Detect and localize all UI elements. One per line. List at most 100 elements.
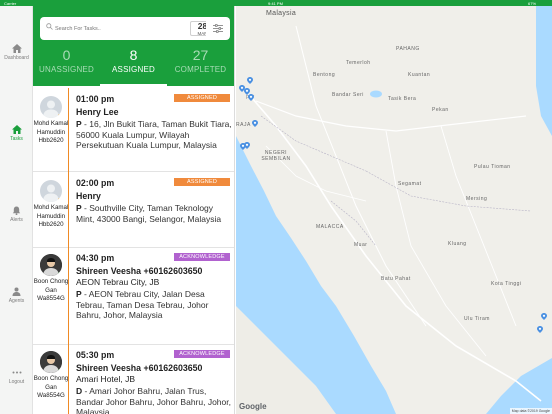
sidebar-item-label: Dashboard (4, 55, 29, 61)
map-label-temerloh: Temerloh (346, 60, 371, 66)
map-label-muar: Muar (354, 242, 368, 248)
sidebar: Dashboard Tasks Alerts Agents Logout (0, 6, 33, 414)
tab-completed[interactable]: 27 COMPLETED (167, 48, 234, 84)
map-canvas (236, 6, 552, 414)
clock-label: 9:41 PM (268, 0, 283, 6)
task-card[interactable]: Mohd Kamal Hamuddin Hbb2620 02:00 pm ASS… (33, 172, 234, 248)
tab-assigned[interactable]: 8 ASSIGNED (100, 47, 167, 86)
filter-button[interactable] (206, 17, 230, 40)
search-input[interactable] (55, 21, 175, 36)
map-label-pahang: PAHANG (396, 46, 420, 52)
map-attribution[interactable]: Map data ©2019 Google (509, 408, 552, 414)
carrier-label: Carrier (4, 0, 17, 6)
sidebar-item-label: Agents (8, 298, 25, 304)
status-badge: ACKNOWLEDGE (174, 350, 230, 358)
map-pin-icon[interactable] (248, 94, 254, 101)
sidebar-item-tasks[interactable]: Tasks (0, 125, 33, 142)
customer-name: Henry Lee (76, 107, 119, 117)
tasks-panel: 28 MAR 0 UNASSIGNED 8 ASSIGNED 27 COMPLE… (33, 6, 235, 414)
customer-name: Shireen Veesha +60162603650 (76, 363, 203, 373)
map-label-tioman: Pulau Tioman (474, 164, 511, 170)
map-label-bentong: Bentong (313, 72, 336, 78)
status-badge: ASSIGNED (174, 178, 230, 186)
status-badge: ASSIGNED (174, 94, 230, 102)
tab-unassigned[interactable]: 0 UNASSIGNED (33, 48, 100, 84)
battery-label: 67% (528, 0, 537, 6)
map-label-kluang: Kluang (448, 241, 467, 247)
map-label-kuantan: Kuantan (408, 72, 431, 78)
map-label-mersing: Mersing (466, 196, 488, 202)
more-dots-icon (12, 371, 21, 374)
agent-name: Mohd Kamal Hamuddin Hbb2620 (33, 204, 69, 228)
status-dot (58, 198, 62, 202)
map-label-tasik-bera: Tasik Bera (388, 96, 417, 102)
map-label-country: Malaysia (266, 10, 297, 17)
avatar (40, 96, 62, 118)
status-badge: ACKNOWLEDGE (174, 253, 230, 261)
search-icon (46, 23, 53, 30)
agent-name: Boon Chong Gan Wa8554G (33, 278, 69, 302)
tab-count: 0 (62, 47, 71, 63)
address-type: P (76, 289, 82, 299)
address-type: P (76, 119, 82, 129)
tab-label: COMPLETED (174, 65, 227, 74)
task-details: 04:30 pm ACKNOWLEDGE Shireen Veesha +601… (76, 253, 232, 321)
address-type: D (76, 386, 83, 396)
address-text: Southville City, Taman Teknology Mint, 4… (76, 203, 222, 224)
task-address: P - AEON Tebrau City, Jalan Desa Tebrau,… (76, 289, 209, 321)
map-pin-icon[interactable] (244, 142, 250, 149)
tab-count: 27 (192, 47, 209, 63)
address-text: 16, Jln Bukit Tiara, Taman Bukit Tiara, … (76, 119, 232, 151)
task-address: P - 16, Jln Bukit Tiara, Taman Bukit Tia… (76, 119, 232, 151)
timeline-line (68, 88, 69, 172)
map-label-negeri-sembilan: NEGERI SEMBILAN (261, 150, 291, 162)
task-card[interactable]: Boon Chong Gan Wa8554G 04:30 pm ACKNOWLE… (33, 248, 234, 345)
tab-label: ASSIGNED (112, 65, 155, 74)
filter-sliders-icon (213, 24, 223, 33)
timeline-line (68, 172, 69, 248)
address-text: Amari Johor Bahru, Jalan Trus, Bandar Jo… (76, 386, 231, 414)
sidebar-item-label: Tasks (10, 136, 23, 142)
map-pin-icon[interactable] (541, 313, 547, 320)
home-icon (11, 44, 22, 53)
map-label-ulu-tiram: Ulu Tiram (464, 316, 490, 322)
sidebar-item-agents[interactable]: Agents (0, 287, 33, 304)
tasks-header: 28 MAR 0 UNASSIGNED 8 ASSIGNED 27 COMPLE… (33, 6, 234, 86)
address-type: P (76, 203, 82, 213)
map-pin-icon[interactable] (537, 326, 543, 333)
avatar (40, 351, 62, 373)
customer-name: Henry (76, 191, 101, 201)
map-view[interactable]: Malaysia PAHANG Kuantan Bentong Temerloh… (236, 6, 552, 414)
address-text: AEON Tebrau City, Jalan Desa Tebrau, Tam… (76, 289, 209, 321)
timeline-line (68, 345, 69, 414)
sidebar-item-alerts[interactable]: Alerts (0, 206, 33, 223)
sidebar-item-logout[interactable]: Logout (0, 368, 33, 385)
sidebar-item-dashboard[interactable]: Dashboard (0, 44, 33, 61)
task-details: 05:30 pm ACKNOWLEDGE Shireen Veesha +601… (76, 350, 232, 414)
avatar (40, 254, 62, 276)
map-pin-icon[interactable] (247, 77, 253, 84)
map-label-bandar-seri: Bandar Seri (332, 92, 364, 98)
place-name: AEON Tebrau City, JB (76, 277, 160, 287)
timeline-line (68, 248, 69, 345)
map-pin-icon[interactable] (252, 120, 258, 127)
tasks-home-icon (11, 125, 22, 134)
map-label-kota-tinggi: Kota Tinggi (491, 281, 522, 287)
place-name: Amari Hotel, JB (76, 374, 136, 384)
person-icon (12, 287, 21, 296)
bell-icon (12, 206, 21, 215)
task-card[interactable]: Mohd Kamal Hamuddin Hbb2620 01:00 pm ASS… (33, 88, 234, 172)
tab-count: 8 (129, 47, 138, 63)
task-address: D - Amari Johor Bahru, Jalan Trus, Banda… (76, 386, 232, 414)
sidebar-item-label: Logout (8, 379, 25, 385)
avatar (40, 180, 62, 202)
customer-name: Shireen Veesha +60162603650 (76, 266, 203, 276)
agent-name: Mohd Kamal Hamuddin Hbb2620 (33, 120, 69, 144)
search-bar: 28 MAR (40, 17, 215, 40)
status-dot (58, 369, 62, 373)
sidebar-item-label: Alerts (10, 217, 23, 223)
task-card[interactable]: Boon Chong Gan Wa8554G 05:30 pm ACKNOWLE… (33, 345, 234, 414)
google-logo: Google (239, 402, 267, 411)
status-dot (58, 272, 62, 276)
agent-name: Boon Chong Gan Wa8554G (33, 375, 69, 399)
